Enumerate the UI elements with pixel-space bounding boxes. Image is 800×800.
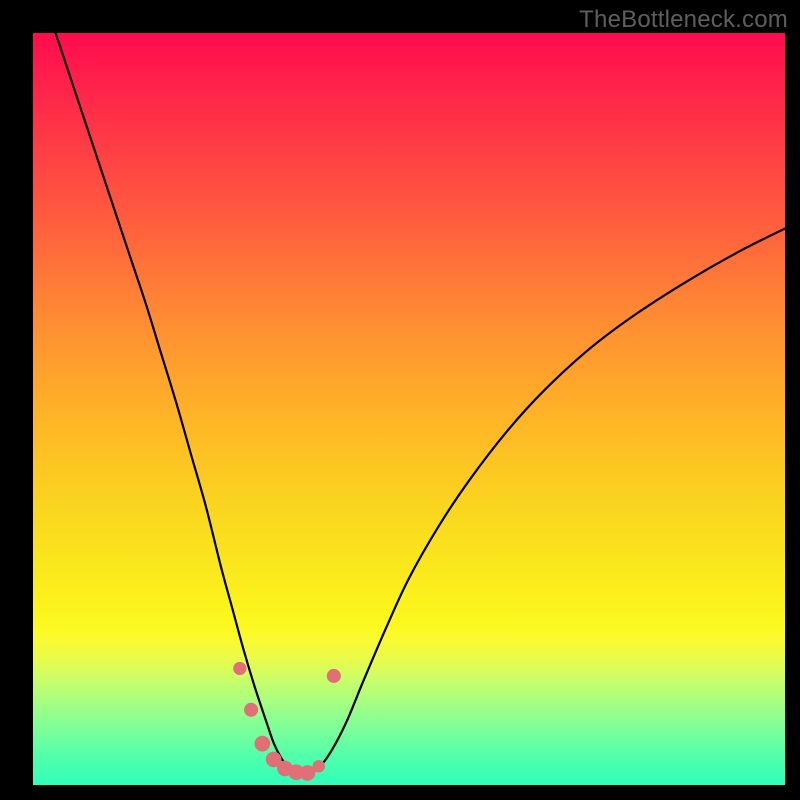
bottleneck-curve <box>56 33 785 775</box>
curve-markers <box>233 662 341 781</box>
curve-marker <box>233 662 246 675</box>
chart-frame: TheBottleneck.com <box>0 0 800 800</box>
plot-area <box>33 33 785 785</box>
chart-svg <box>33 33 785 785</box>
curve-marker <box>327 669 341 683</box>
curve-marker <box>255 736 271 752</box>
curve-marker <box>313 760 325 772</box>
watermark-text: TheBottleneck.com <box>579 6 788 34</box>
curve-marker <box>244 703 258 717</box>
